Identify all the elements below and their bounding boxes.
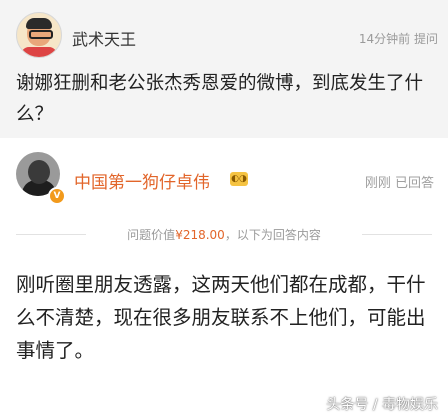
- question-value-line: 问题价值¥218.00，以下为回答内容: [16, 224, 432, 244]
- answer-meta: 刚刚 已回答: [364, 176, 434, 191]
- asker-avatar[interactable]: [16, 12, 62, 58]
- price-prefix: 问题价值: [127, 228, 176, 242]
- watermark: 头条号 / 毒物娱乐: [326, 397, 438, 413]
- asker-name[interactable]: 武术天王: [72, 26, 136, 50]
- divider-right: [362, 234, 432, 235]
- question-price: ¥218.00: [175, 228, 225, 242]
- question-text: 谢娜狂删和老公张杰秀恩爱的微博，到底发生了什么？: [16, 73, 424, 125]
- question-meta: 14分钟前 提问: [358, 32, 438, 46]
- answer-text: 刚听圈里朋友透露，这两天他们都在成都，干什么不清楚，现在很多朋友联系不上他们，可…: [16, 273, 426, 362]
- member-level-icon: ◐◑: [230, 172, 248, 186]
- price-suffix: ，以下为回答内容: [224, 228, 321, 242]
- vip-badge-icon: V: [48, 187, 66, 205]
- question-card: 武术天王 14分钟前 提问 谢娜狂删和老公张杰秀恩爱的微博，到底发生了什么？: [0, 0, 448, 138]
- answerer-name[interactable]: 中国第一狗仔卓伟: [74, 168, 210, 193]
